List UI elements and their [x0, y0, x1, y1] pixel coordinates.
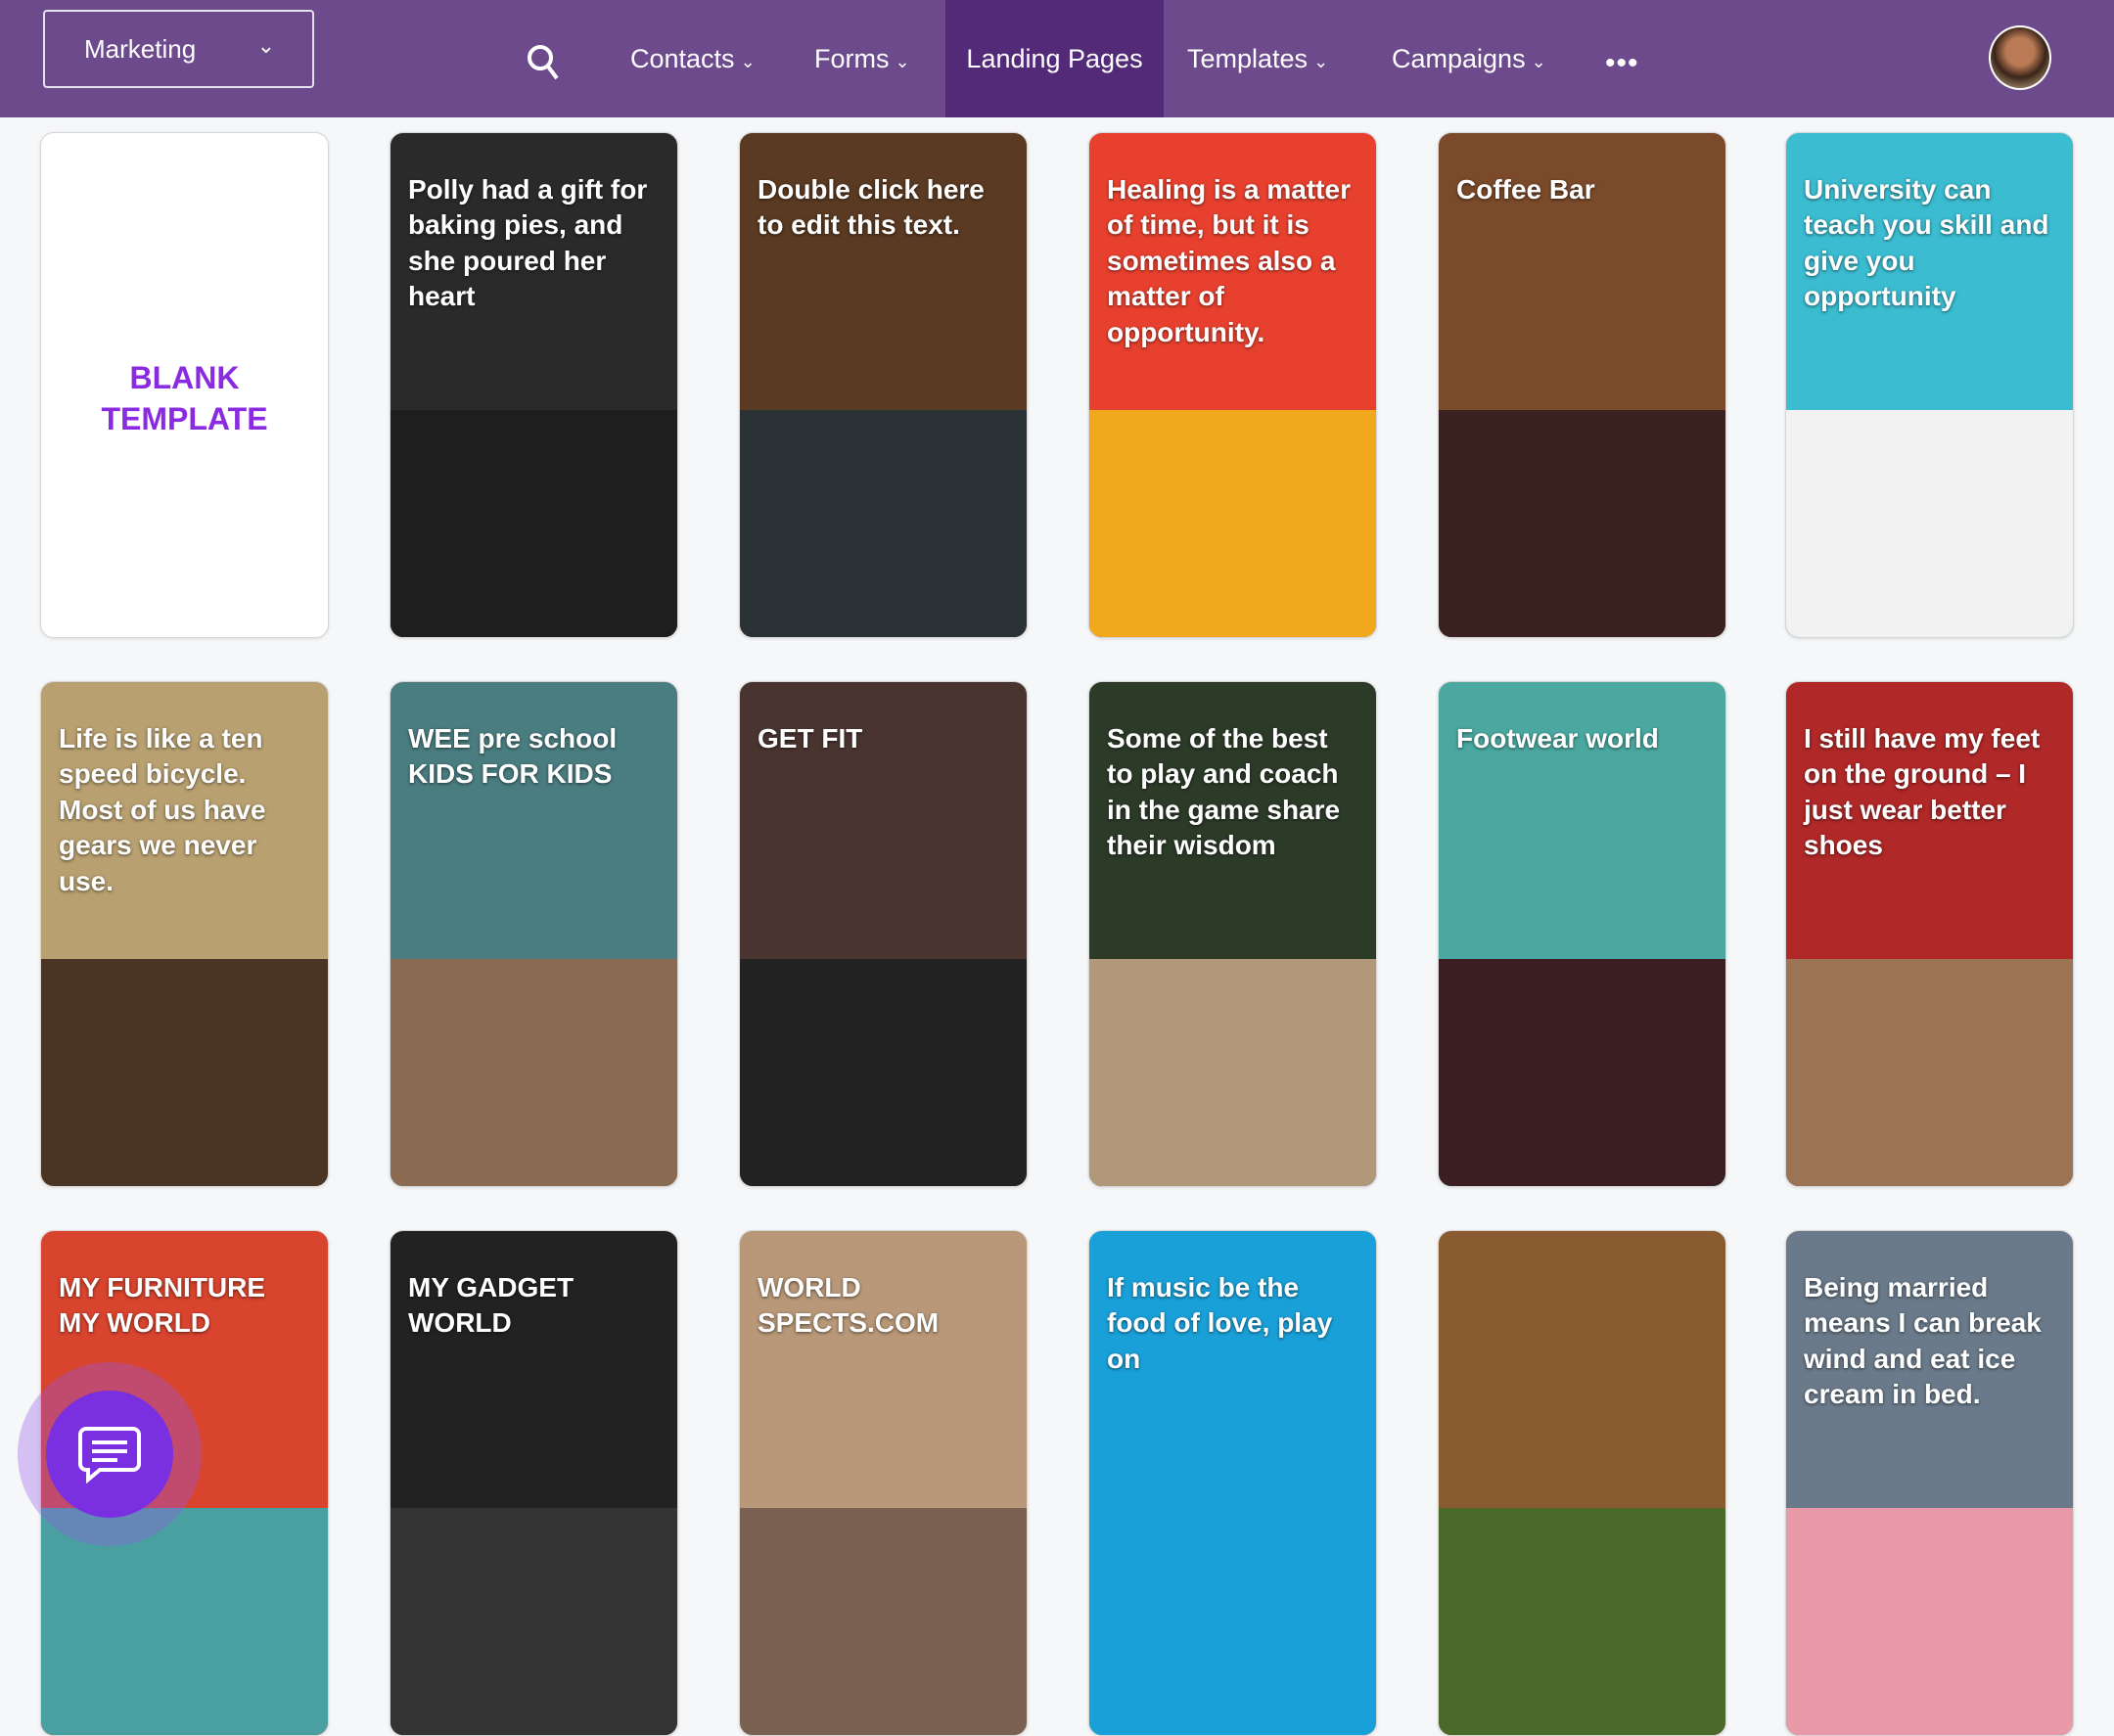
template-card[interactable]: Coffee Bar [1438, 132, 1726, 638]
template-headline: Being married means I can break wind and… [1804, 1272, 2042, 1410]
nav-templates[interactable]: Templates ⌄ [1168, 0, 1348, 117]
chevron-down-icon: ⌄ [740, 51, 756, 71]
template-card[interactable]: Healing is a matter of time, but it is s… [1088, 132, 1377, 638]
nav-contacts[interactable]: Contacts ⌄ [611, 0, 775, 117]
template-headline: Some of the best to play and coach in th… [1107, 723, 1341, 861]
template-headline: University can teach you skill and give … [1804, 174, 2049, 312]
template-preview-section [740, 959, 1027, 1186]
template-preview-section [391, 1508, 677, 1735]
nav-campaigns[interactable]: Campaigns ⌄ [1372, 0, 1566, 117]
template-headline: WEE pre school KIDS FOR KIDS [408, 723, 618, 790]
chat-icon [78, 1427, 141, 1484]
template-card[interactable]: Footwear world [1438, 681, 1726, 1187]
template-headline: Footwear world [1456, 723, 1659, 754]
template-headline: BLANK TEMPLATE [101, 360, 268, 436]
template-preview-section [740, 410, 1027, 637]
nav-label: Landing Pages [966, 43, 1143, 73]
chevron-down-icon: ⌄ [1531, 51, 1546, 71]
template-headline: MY GADGET WORLD [408, 1272, 574, 1339]
template-headline: I still have my feet on the ground – I j… [1804, 723, 2041, 861]
template-preview-section [1439, 959, 1725, 1186]
template-preview-section [391, 410, 677, 637]
nav-landing-pages[interactable]: Landing Pages [945, 0, 1164, 117]
search-icon[interactable] [527, 43, 560, 82]
template-headline: If music be the food of love, play on [1107, 1272, 1333, 1374]
template-preview-section [1089, 1508, 1376, 1735]
template-preview-section [1786, 959, 2073, 1186]
template-headline: Double click here to edit this text. [758, 174, 985, 241]
template-headline: Coffee Bar [1456, 174, 1595, 205]
template-headline: GET FIT [758, 723, 863, 754]
template-headline: Life is like a ten speed bicycle. Most o… [59, 723, 266, 896]
template-preview-section [1786, 410, 2073, 637]
template-card[interactable]: Double click here to edit this text. [739, 132, 1028, 638]
template-preview-section [1439, 1508, 1725, 1735]
template-card[interactable]: WEE pre school KIDS FOR KIDS [390, 681, 678, 1187]
chevron-down-icon: ⌄ [1313, 51, 1329, 71]
template-card[interactable]: MY GADGET WORLD [390, 1230, 678, 1736]
more-icon[interactable]: ••• [1605, 47, 1639, 80]
template-card[interactable]: Some of the best to play and coach in th… [1088, 681, 1377, 1187]
template-card[interactable]: Polly had a gift for baking pies, and sh… [390, 132, 678, 638]
template-card[interactable]: Life is like a ten speed bicycle. Most o… [40, 681, 329, 1187]
nav-label: Contacts [630, 43, 735, 73]
workspace-selector[interactable]: Marketing ⌄ [43, 10, 314, 88]
template-card[interactable]: GET FIT [739, 681, 1028, 1187]
top-nav: Marketing ⌄ Contacts ⌄ Forms ⌄ Landing Page… [0, 0, 2114, 117]
chevron-down-icon: ⌄ [256, 33, 275, 58]
nav-label: Templates [1187, 43, 1309, 73]
nav-label: Forms [814, 43, 890, 73]
template-headline: WORLD SPECTS.COM [758, 1272, 940, 1339]
template-preview-section [391, 959, 677, 1186]
template-card[interactable]: BLANK TEMPLATE [40, 132, 329, 638]
template-card[interactable]: Being married means I can break wind and… [1785, 1230, 2074, 1736]
template-card[interactable]: If music be the food of love, play on [1088, 1230, 1377, 1736]
chat-button[interactable] [18, 1362, 202, 1546]
template-preview-section [1089, 410, 1376, 637]
template-preview-section [41, 959, 328, 1186]
template-preview-section [1089, 959, 1376, 1186]
template-preview-section [1439, 410, 1725, 637]
template-preview-section [740, 1508, 1027, 1735]
template-headline: Healing is a matter of time, but it is s… [1107, 174, 1351, 347]
workspace-label: Marketing [84, 33, 197, 64]
template-preview-section [1786, 1508, 2073, 1735]
nav-forms[interactable]: Forms ⌄ [795, 0, 930, 117]
template-preview-section [41, 410, 328, 637]
template-card[interactable] [1438, 1230, 1726, 1736]
template-headline: Polly had a gift for baking pies, and sh… [408, 174, 648, 312]
template-headline: MY FURNITURE MY WORLD [59, 1272, 266, 1339]
avatar[interactable] [1989, 25, 2051, 90]
template-card[interactable]: I still have my feet on the ground – I j… [1785, 681, 2074, 1187]
template-card[interactable]: WORLD SPECTS.COM [739, 1230, 1028, 1736]
nav-label: Campaigns [1392, 43, 1526, 73]
template-card[interactable]: University can teach you skill and give … [1785, 132, 2074, 638]
chevron-down-icon: ⌄ [895, 51, 910, 71]
